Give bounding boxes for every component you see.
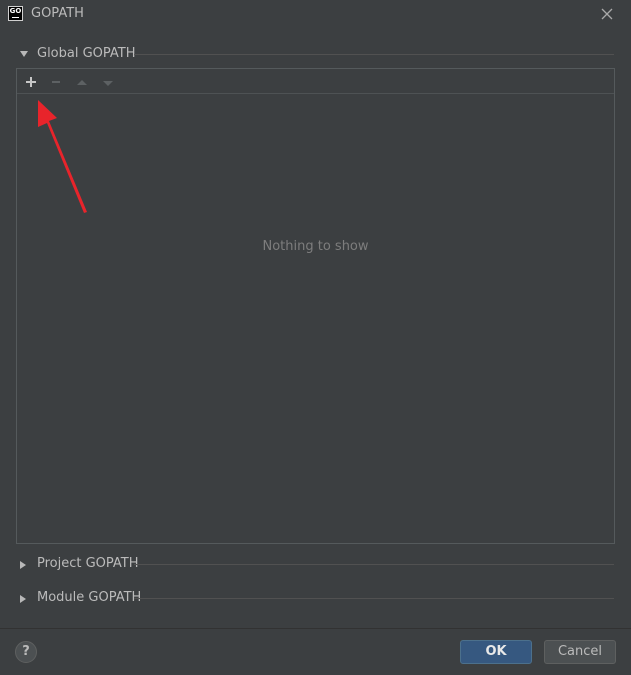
goland-app-icon: GO bbox=[8, 6, 23, 21]
collapsed-triangle-icon bbox=[20, 595, 26, 603]
title-bar: GO GOPATH bbox=[0, 0, 631, 30]
close-icon[interactable] bbox=[599, 6, 615, 22]
section-label: Global GOPATH bbox=[37, 46, 142, 61]
section-project-gopath[interactable]: Project GOPATH bbox=[16, 556, 614, 574]
global-gopath-list-panel: Nothing to show bbox=[16, 68, 615, 544]
dialog-title: GOPATH bbox=[31, 6, 84, 21]
section-separator bbox=[134, 564, 614, 565]
list-toolbar bbox=[17, 69, 614, 94]
expanded-triangle-icon bbox=[20, 51, 28, 57]
section-module-gopath[interactable]: Module GOPATH bbox=[16, 590, 614, 608]
empty-list-text: Nothing to show bbox=[262, 239, 369, 254]
footer-divider bbox=[0, 628, 631, 629]
section-separator bbox=[134, 598, 614, 599]
collapsed-triangle-icon bbox=[20, 561, 26, 569]
arrow-down-icon[interactable] bbox=[99, 73, 117, 91]
ok-button[interactable]: OK bbox=[460, 640, 532, 664]
arrow-up-icon[interactable] bbox=[73, 73, 91, 91]
minus-icon[interactable] bbox=[47, 73, 65, 91]
section-global-gopath[interactable]: Global GOPATH bbox=[16, 46, 614, 64]
help-button[interactable]: ? bbox=[15, 641, 37, 663]
section-label: Project GOPATH bbox=[37, 556, 145, 571]
plus-icon[interactable] bbox=[22, 73, 40, 91]
app-icon-text: GO bbox=[9, 7, 22, 15]
section-separator bbox=[134, 54, 614, 55]
section-label: Module GOPATH bbox=[37, 590, 148, 605]
cancel-button[interactable]: Cancel bbox=[544, 640, 616, 664]
